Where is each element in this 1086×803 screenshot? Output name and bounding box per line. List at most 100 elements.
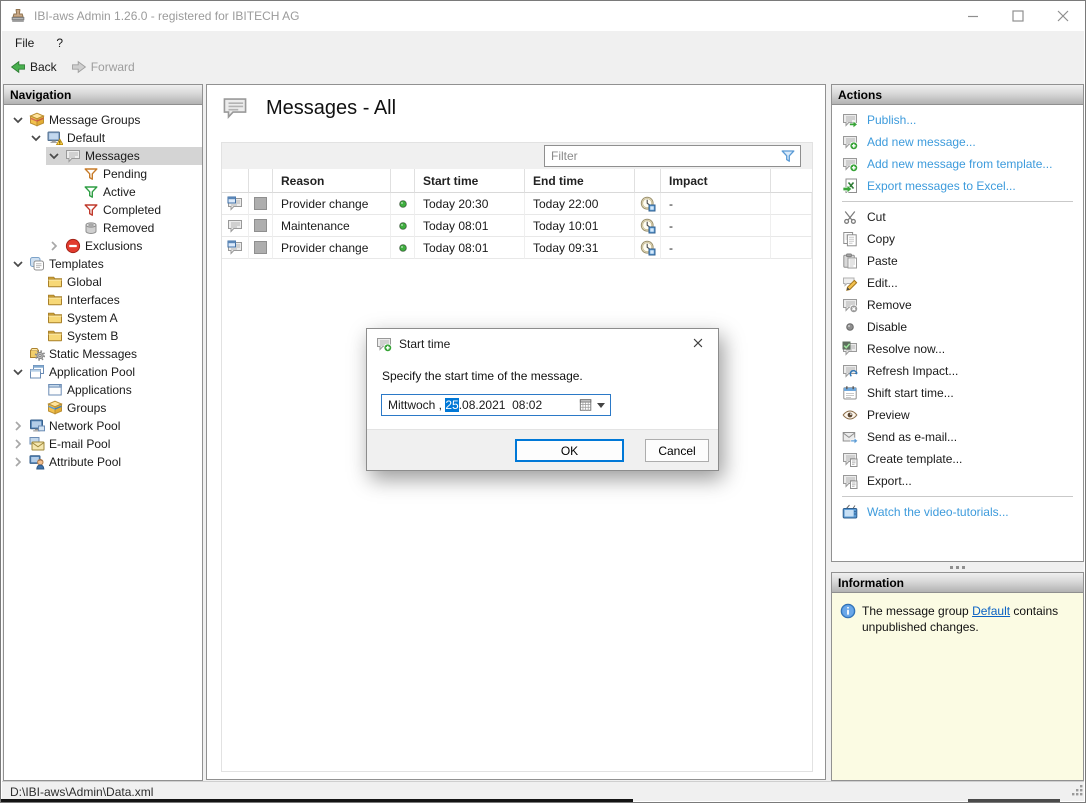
impact-cell: - <box>661 215 771 237</box>
column-impact-icon[interactable] <box>635 169 661 193</box>
action-disable[interactable]: Disable <box>832 316 1083 338</box>
datetime-picker-field[interactable]: Mittwoch , 25.08.2021 08:02 <box>381 394 611 416</box>
menu-bar: File ? <box>2 31 1084 54</box>
publish-icon <box>842 112 858 128</box>
action-watch-video-tutorials[interactable]: Watch the video-tutorials... <box>832 501 1083 523</box>
actions-header: Actions <box>832 85 1083 105</box>
column-status[interactable] <box>391 169 415 193</box>
close-button[interactable] <box>1040 1 1085 30</box>
chevron-down-icon[interactable] <box>10 256 26 272</box>
tree-item-interfaces[interactable]: Interfaces <box>28 291 202 309</box>
app-icon <box>10 8 26 24</box>
tree-item-removed[interactable]: Removed <box>64 219 202 237</box>
action-send-as-email[interactable]: Send as e-mail... <box>832 426 1083 448</box>
menu-file[interactable]: File <box>6 33 43 53</box>
maximize-button[interactable] <box>995 1 1040 30</box>
tree-item-global[interactable]: Global <box>28 273 202 291</box>
chevron-down-icon[interactable] <box>10 364 26 380</box>
chevron-right-icon[interactable] <box>10 454 26 470</box>
dialog-message: Specify the start time of the message. <box>382 369 583 383</box>
dialog-title-bar[interactable]: Start time <box>367 329 718 358</box>
folder-icon <box>47 310 63 326</box>
action-remove[interactable]: Remove <box>832 294 1083 316</box>
minimize-button[interactable] <box>950 1 995 30</box>
forward-button[interactable]: Forward <box>65 57 141 77</box>
action-edit[interactable]: Edit... <box>832 272 1083 294</box>
resize-grip[interactable] <box>1070 783 1084 800</box>
status-dot-icon <box>395 218 411 234</box>
tree-item-message-groups[interactable]: Message Groups <box>10 111 202 129</box>
tree-item-default[interactable]: Default <box>28 129 202 147</box>
chevron-right-icon[interactable] <box>10 436 26 452</box>
dialog-close-button[interactable] <box>678 329 718 357</box>
chevron-right-icon[interactable] <box>10 418 26 434</box>
filter-funnel-icon[interactable] <box>780 148 796 164</box>
status-dot-icon <box>395 240 411 256</box>
tree-item-system-a[interactable]: System A <box>28 309 202 327</box>
chevron-right-icon[interactable] <box>46 238 62 254</box>
reason-cell: Maintenance <box>273 215 391 237</box>
action-add-message-from-template[interactable]: Add new message from template... <box>832 153 1083 175</box>
table-row[interactable]: Provider change Today 08:01 Today 09:31 … <box>222 237 812 259</box>
column-end-time[interactable]: End time <box>525 169 635 193</box>
toolbar: Back Forward <box>2 54 1084 79</box>
tree-item-email-pool[interactable]: E-mail Pool <box>10 435 202 453</box>
table-row[interactable]: Maintenance Today 08:01 Today 10:01 - <box>222 215 812 237</box>
chevron-down-icon[interactable] <box>46 148 62 164</box>
default-group-link[interactable]: Default <box>972 604 1010 618</box>
remove-icon <box>842 297 858 313</box>
chevron-down-icon[interactable] <box>28 130 44 146</box>
tree-item-applications[interactable]: Applications <box>28 381 202 399</box>
action-preview[interactable]: Preview <box>832 404 1083 426</box>
column-color[interactable] <box>249 169 273 193</box>
tree-item-completed[interactable]: Completed <box>64 201 202 219</box>
table-row[interactable]: Provider change Today 20:30 Today 22:00 … <box>222 193 812 215</box>
action-export-excel[interactable]: Export messages to Excel... <box>832 175 1083 197</box>
action-shift-start-time[interactable]: Shift start time... <box>832 382 1083 404</box>
calendar-dropdown-button[interactable] <box>579 398 610 412</box>
message-groups-icon <box>29 112 45 128</box>
tree-item-application-pool[interactable]: Application Pool <box>10 363 202 381</box>
action-export[interactable]: Export... <box>832 470 1083 492</box>
impact-clock-icon <box>640 218 656 234</box>
tree-item-pending[interactable]: Pending <box>64 165 202 183</box>
tree-item-network-pool[interactable]: Network Pool <box>10 417 202 435</box>
action-paste[interactable]: Paste <box>832 250 1083 272</box>
panel-splitter[interactable] <box>831 562 1084 572</box>
info-message: The message group Default contains unpub… <box>862 603 1067 780</box>
action-resolve-now[interactable]: Resolve now... <box>832 338 1083 360</box>
tree-item-messages[interactable]: Messages <box>46 147 202 165</box>
status-bar: D:\IBI-aws\Admin\Data.xml <box>2 781 1084 801</box>
tree-item-active[interactable]: Active <box>64 183 202 201</box>
back-button[interactable]: Back <box>4 57 63 77</box>
monitor-icon <box>29 418 45 434</box>
action-publish[interactable]: Publish... <box>832 109 1083 131</box>
start-time-cell: Today 20:30 <box>415 193 525 215</box>
column-icon[interactable] <box>222 169 249 193</box>
cancel-button[interactable]: Cancel <box>645 439 709 462</box>
tree-item-templates[interactable]: Templates <box>10 255 202 273</box>
column-impact[interactable]: Impact <box>661 169 771 193</box>
tree-item-attribute-pool[interactable]: Attribute Pool <box>10 453 202 471</box>
forward-arrow-icon <box>71 59 87 75</box>
filter-input[interactable] <box>545 149 780 163</box>
action-add-new-message[interactable]: Add new message... <box>832 131 1083 153</box>
folder-icon <box>47 292 63 308</box>
chevron-down-icon[interactable] <box>10 112 26 128</box>
action-refresh-impact[interactable]: Refresh Impact... <box>832 360 1083 382</box>
actions-divider <box>842 201 1073 202</box>
tree-item-groups[interactable]: Groups <box>28 399 202 417</box>
column-start-time[interactable]: Start time <box>415 169 525 193</box>
action-create-template[interactable]: Create template... <box>832 448 1083 470</box>
tree-item-system-b[interactable]: System B <box>28 327 202 345</box>
ok-button[interactable]: OK <box>515 439 624 462</box>
action-copy[interactable]: Copy <box>832 228 1083 250</box>
tree-item-static-messages[interactable]: Static Messages <box>10 345 202 363</box>
minus-circle-icon <box>65 238 81 254</box>
column-reason[interactable]: Reason <box>273 169 391 193</box>
tree-item-exclusions[interactable]: Exclusions <box>46 237 202 255</box>
menu-help[interactable]: ? <box>47 33 72 53</box>
message-bubble-icon <box>227 218 243 234</box>
action-cut[interactable]: Cut <box>832 206 1083 228</box>
message-bubble-window-icon <box>227 196 243 212</box>
